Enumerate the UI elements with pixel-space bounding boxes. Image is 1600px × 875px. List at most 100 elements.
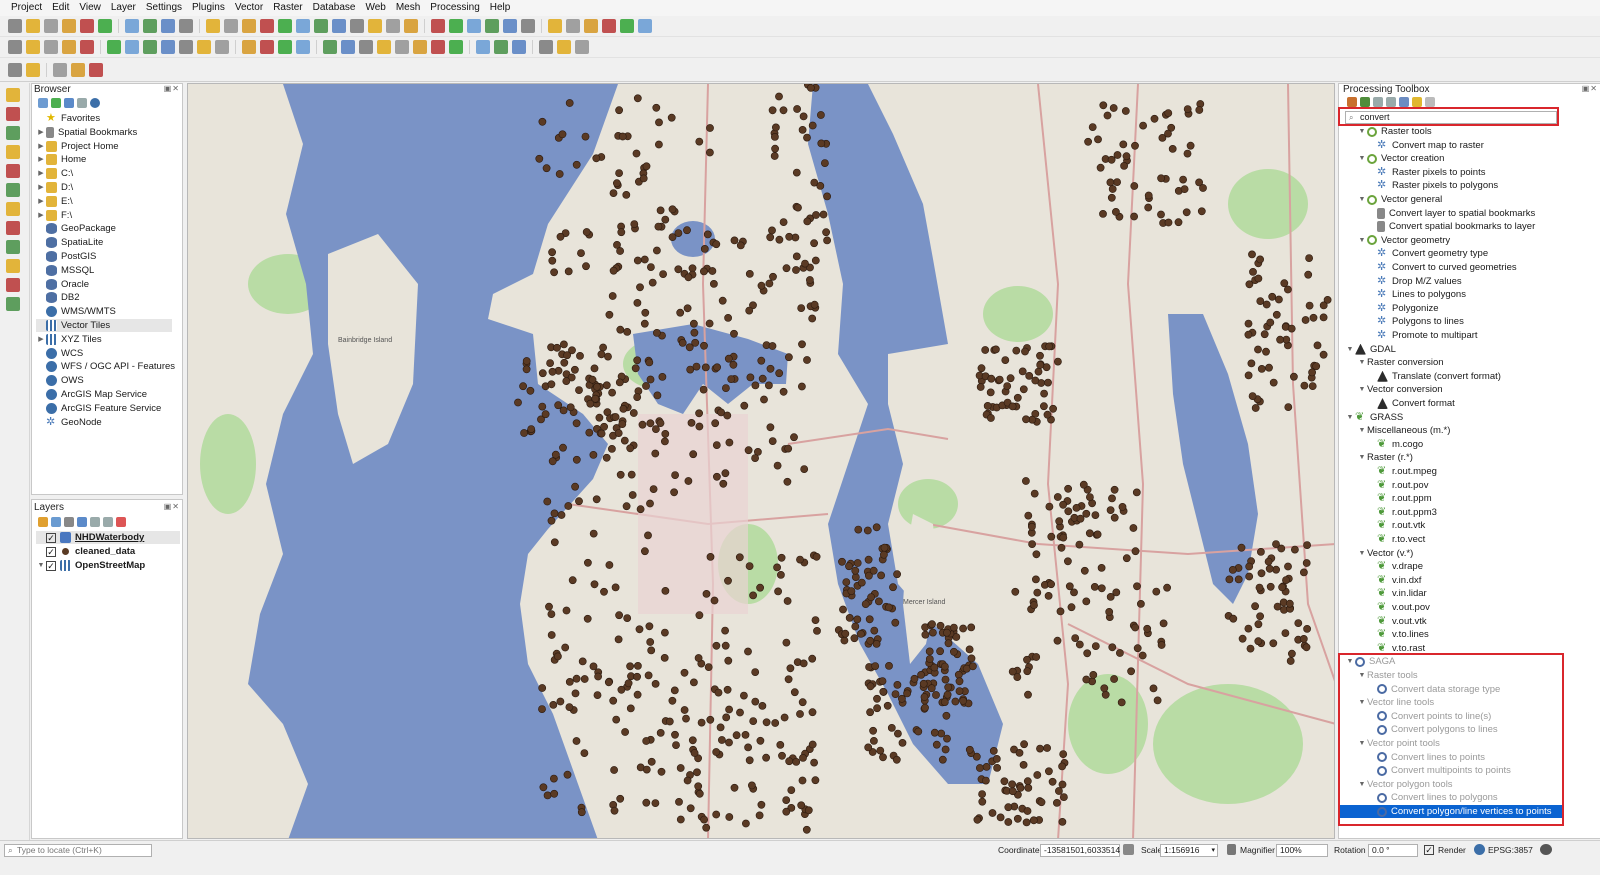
layer-item[interactable]: ✓ NHDWaterbody — [36, 531, 180, 544]
expand-arrow-icon[interactable]: ▼ — [1345, 411, 1355, 424]
toolbox-algorithm[interactable]: ❦ r.out.vtk — [1339, 519, 1425, 532]
add-group-icon[interactable] — [51, 517, 61, 527]
toolbox-algorithm[interactable]: ❦ r.out.mpeg — [1339, 465, 1437, 478]
toolbar-tool-icon[interactable] — [548, 19, 562, 33]
expand-arrow-icon[interactable]: ▶ — [36, 333, 46, 346]
toolbox-algorithm[interactable]: Convert format — [1339, 397, 1455, 410]
toolbar-tool-icon[interactable] — [89, 63, 103, 77]
toolbar-tool-icon[interactable] — [161, 19, 175, 33]
add-layer-tool-icon[interactable] — [6, 278, 20, 292]
toolbox-group[interactable]: ▼ Vector conversion — [1339, 383, 1443, 396]
toolbar-tool-icon[interactable] — [98, 19, 112, 33]
toolbar-tool-icon[interactable] — [449, 19, 463, 33]
toolbar-tool-icon[interactable] — [332, 19, 346, 33]
toolbar-tool-icon[interactable] — [62, 19, 76, 33]
toolbar-tool-icon[interactable] — [125, 19, 139, 33]
toolbar-tool-icon[interactable] — [521, 19, 535, 33]
toolbox-group[interactable]: ▼ Raster tools — [1339, 669, 1418, 682]
browser-item[interactable]: MSSQL — [36, 264, 94, 277]
browser-item[interactable]: ▶ Project Home — [36, 140, 119, 153]
expand-arrow-icon[interactable]: ▶ — [36, 195, 46, 208]
menu-item-mesh[interactable]: Mesh — [391, 0, 425, 16]
expand-arrow-icon[interactable]: ▼ — [1345, 655, 1355, 668]
toolbar-tool-icon[interactable] — [431, 40, 445, 54]
browser-item[interactable]: ★ Favorites — [36, 112, 100, 125]
toolbox-algorithm[interactable]: ❦ r.out.ppm — [1339, 492, 1432, 505]
expand-arrow-icon[interactable]: ▼ — [1357, 356, 1367, 369]
render-checkbox[interactable]: ✓ — [1424, 845, 1434, 855]
toolbox-algorithm[interactable]: ✲ Convert map to raster — [1339, 139, 1484, 152]
toolbox-algorithm[interactable]: Translate (convert format) — [1339, 370, 1501, 383]
add-layer-tool-icon[interactable] — [6, 126, 20, 140]
browser-item[interactable]: SpatiaLite — [36, 236, 103, 249]
toolbar-tool-icon[interactable] — [197, 40, 211, 54]
toolbar-tool-icon[interactable] — [638, 19, 652, 33]
expand-arrow-icon[interactable]: ▶ — [36, 209, 46, 222]
toolbox-algorithm[interactable]: Convert lines to polygons — [1339, 791, 1498, 804]
toolbox-algorithm[interactable]: ❦ r.out.pov — [1339, 479, 1428, 492]
browser-item[interactable]: ArcGIS Map Service — [36, 388, 147, 401]
toolbox-algorithm[interactable]: ✲ Polygons to lines — [1339, 315, 1464, 328]
toolbox-algorithm[interactable]: ✲ Raster pixels to points — [1339, 166, 1485, 179]
toolbox-group[interactable]: ▼ Vector geometry — [1339, 234, 1451, 247]
browser-panel-close-icon[interactable]: ▣✕ — [164, 84, 180, 93]
toolbar-tool-icon[interactable] — [485, 19, 499, 33]
toolbar-tool-icon[interactable] — [539, 40, 553, 54]
add-layer-tool-icon[interactable] — [6, 221, 20, 235]
browser-item[interactable]: PostGIS — [36, 250, 96, 263]
models-icon[interactable] — [1347, 97, 1357, 107]
toolbar-tool-icon[interactable] — [386, 19, 400, 33]
browser-item[interactable]: DB2 — [36, 291, 79, 304]
expand-arrow-icon[interactable]: ▼ — [1357, 424, 1367, 437]
toolbar-tool-icon[interactable] — [53, 63, 67, 77]
toolbox-algorithm[interactable]: Convert data storage type — [1339, 683, 1500, 696]
toolbox-algorithm[interactable]: ❦ r.out.ppm3 — [1339, 506, 1437, 519]
browser-item[interactable]: ▶ D:\ — [36, 181, 73, 194]
toolbar-tool-icon[interactable] — [503, 19, 517, 33]
toolbox-algorithm[interactable]: ✲ Lines to polygons — [1339, 288, 1466, 301]
expand-all-icon[interactable] — [90, 517, 100, 527]
toolbar-tool-icon[interactable] — [566, 19, 580, 33]
menu-item-vector[interactable]: Vector — [230, 0, 268, 16]
browser-item[interactable]: Vector Tiles — [36, 319, 172, 332]
toolbar-tool-icon[interactable] — [26, 40, 40, 54]
toolbox-group[interactable]: ▼ Vector polygon tools — [1339, 778, 1453, 791]
browser-item[interactable]: ✲ GeoNode — [36, 416, 102, 429]
magnifier-field[interactable]: 100% — [1276, 844, 1328, 857]
menu-item-project[interactable]: Project — [6, 0, 47, 16]
toolbar-tool-icon[interactable] — [467, 19, 481, 33]
add-layer-tool-icon[interactable] — [6, 164, 20, 178]
expand-arrow-icon[interactable]: ▼ — [1357, 737, 1367, 750]
toolbox-algorithm[interactable]: Convert multipoints to points — [1339, 764, 1511, 777]
layer-visibility-checkbox[interactable]: ✓ — [46, 532, 56, 543]
toolbox-algorithm[interactable]: ❦ v.in.dxf — [1339, 574, 1421, 587]
remove-layer-icon[interactable] — [116, 517, 126, 527]
toolbox-search-field[interactable]: ⌕ convert — [1345, 111, 1557, 124]
menu-item-help[interactable]: Help — [485, 0, 516, 16]
browser-item[interactable]: GeoPackage — [36, 222, 116, 235]
scale-select[interactable]: 1:156916 ▾ — [1160, 844, 1218, 857]
toolbox-algorithm[interactable]: ❦ r.to.vect — [1339, 533, 1425, 546]
toolbox-algorithm[interactable]: ❦ v.to.rast — [1339, 642, 1425, 655]
refresh-icon[interactable] — [51, 98, 61, 108]
filter-legend-icon[interactable] — [77, 517, 87, 527]
toolbar-tool-icon[interactable] — [44, 19, 58, 33]
toolbar-tool-icon[interactable] — [8, 63, 22, 77]
toolbox-algorithm[interactable]: ❦ v.out.vtk — [1339, 615, 1427, 628]
toolbar-tool-icon[interactable] — [278, 19, 292, 33]
browser-item[interactable]: WFS / OGC API - Features — [36, 360, 175, 373]
layer-visibility-checkbox[interactable]: ✓ — [46, 560, 56, 571]
toolbox-algorithm[interactable]: Convert layer to spatial bookmarks — [1339, 207, 1535, 220]
expand-arrow-icon[interactable]: ▶ — [36, 167, 46, 180]
collapse-all-icon[interactable] — [103, 517, 113, 527]
toolbar-tool-icon[interactable] — [323, 40, 337, 54]
toolbox-algorithm[interactable]: ✲ Raster pixels to polygons — [1339, 179, 1498, 192]
menu-item-web[interactable]: Web — [360, 0, 390, 16]
toolbar-tool-icon[interactable] — [476, 40, 490, 54]
expand-arrow-icon[interactable]: ▶ — [36, 181, 46, 194]
map-canvas[interactable]: Bainbridge Island Mercer Island — [187, 83, 1335, 839]
expand-arrow-icon[interactable]: ▼ — [1345, 343, 1355, 356]
add-layer-tool-icon[interactable] — [6, 259, 20, 273]
toolbar-tool-icon[interactable] — [512, 40, 526, 54]
toolbox-algorithm[interactable]: ❦ v.to.lines — [1339, 628, 1429, 641]
